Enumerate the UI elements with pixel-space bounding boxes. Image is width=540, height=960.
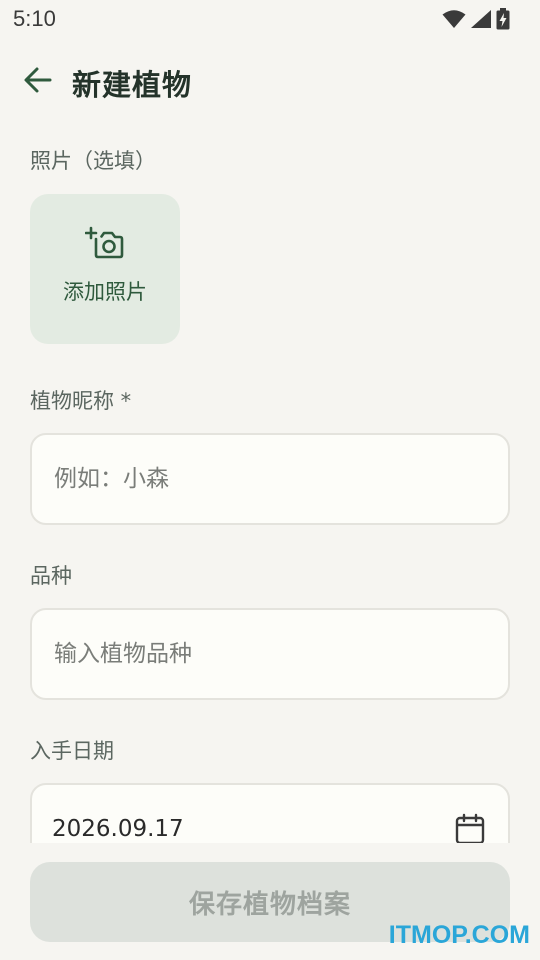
app-bar: 新建植物 [0, 50, 540, 110]
photo-label: 照片（选填） [30, 149, 156, 173]
calendar-icon [455, 813, 485, 843]
acquired-date-value: 2026.09.17 [52, 816, 184, 842]
arrow-left-icon [24, 67, 52, 93]
calendar-button[interactable] [452, 811, 488, 843]
status-bar: 5:10 [0, 0, 540, 38]
signal-icon [471, 10, 491, 28]
back-button[interactable] [16, 58, 60, 102]
battery-charging-icon [496, 8, 510, 30]
watermark-logo: ITMOP.COM [388, 921, 530, 949]
species-input[interactable] [54, 641, 486, 667]
status-time: 5:10 [13, 6, 56, 31]
species-label: 品种 [30, 564, 72, 588]
acquired-date-field[interactable]: 2026.09.17 [30, 783, 510, 843]
add-photo-button[interactable]: 添加照片 [30, 194, 180, 344]
page-title: 新建植物 [72, 68, 193, 102]
add-photo-label: 添加照片 [63, 280, 147, 304]
status-icons [442, 8, 510, 30]
nickname-input[interactable] [54, 466, 486, 492]
nickname-field-container [30, 433, 510, 525]
species-field-container [30, 608, 510, 700]
nickname-label: 植物昵称 * [30, 389, 132, 413]
add-photo-icon [85, 226, 124, 259]
form-scroll-area[interactable]: 5:10 新建植物 照片（选填） 添加照片 植物昵称 * 例如：小森 品种 输入… [0, 0, 540, 843]
acquired-date-label: 入手日期 [30, 739, 114, 763]
wifi-icon [442, 10, 466, 28]
